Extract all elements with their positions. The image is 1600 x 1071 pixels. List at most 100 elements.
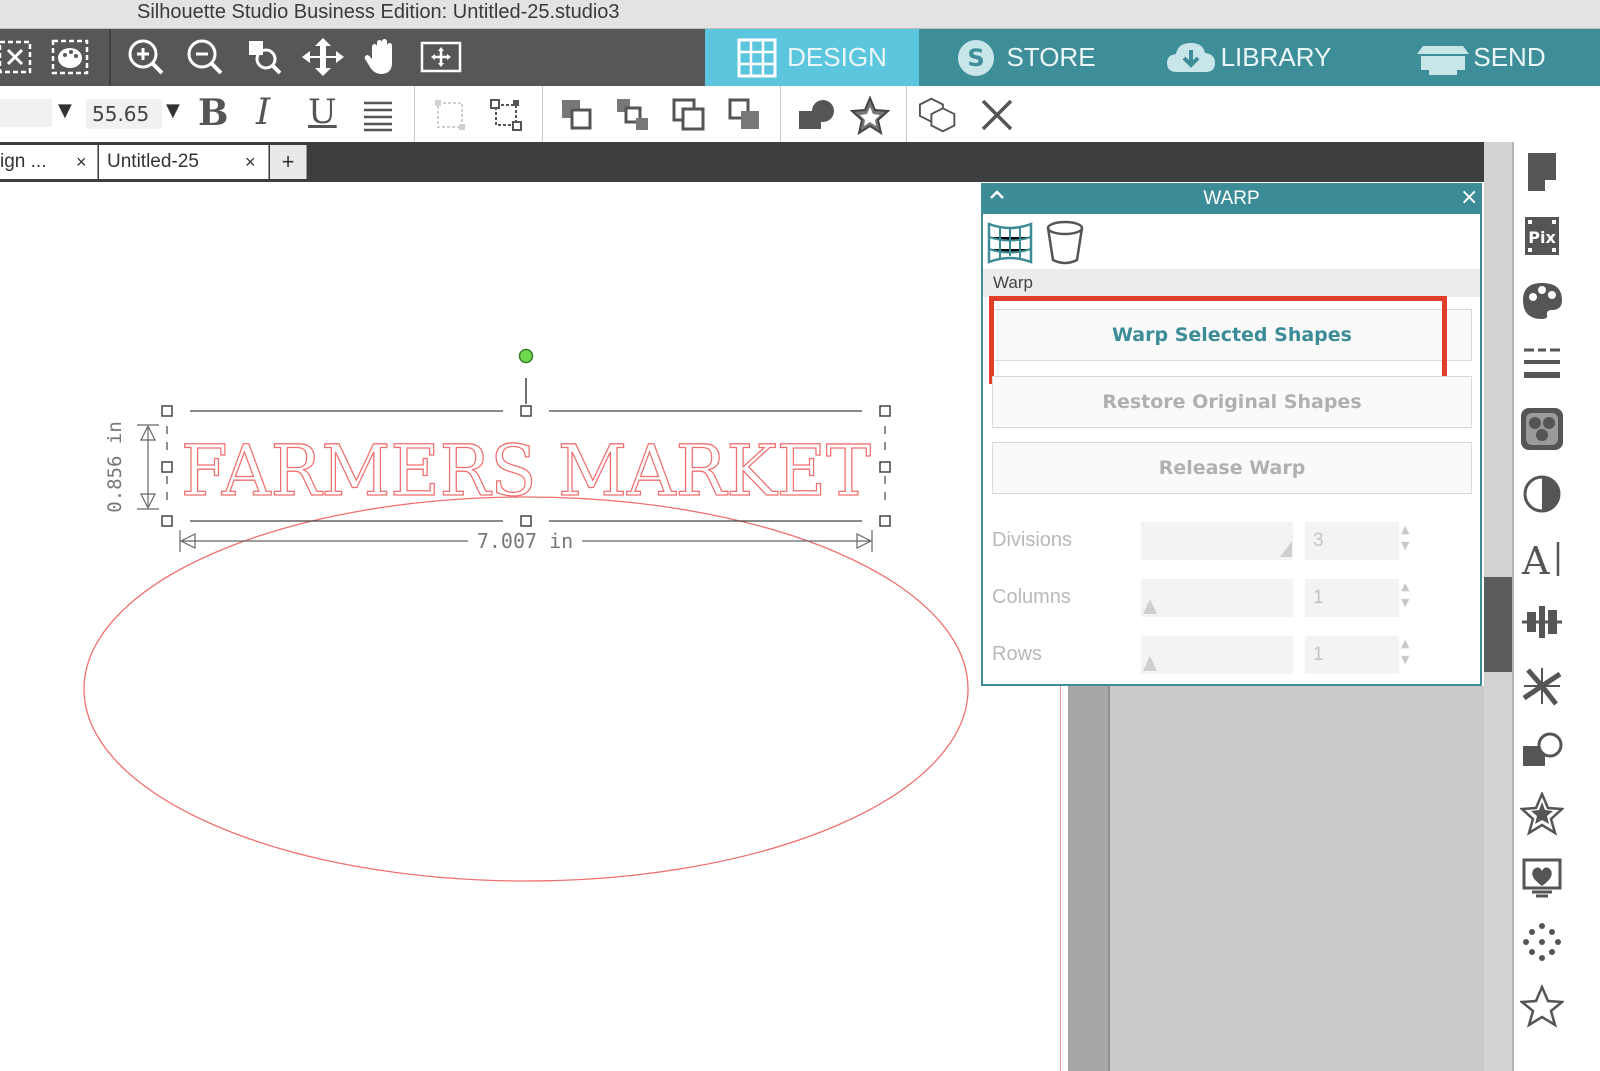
height-dimension-marker — [137, 424, 159, 510]
add-tab-button[interactable]: + — [270, 145, 307, 179]
warp-panel: WARP × Warp Warp Selected Shapes Restore… — [981, 183, 1482, 686]
resize-handle[interactable] — [879, 461, 891, 473]
rows-stepper[interactable]: ▲ ▼ — [1401, 636, 1409, 668]
toolbar-separator — [906, 86, 907, 142]
send-backward-icon[interactable] — [667, 94, 711, 136]
pan-down-icon[interactable] — [301, 37, 345, 77]
toolbar-separator — [109, 29, 111, 86]
text-style-icon[interactable]: A — [1518, 534, 1566, 582]
columns-slider[interactable] — [1141, 579, 1293, 617]
trace-icon[interactable] — [1518, 854, 1566, 902]
grid-warp-icon[interactable] — [986, 218, 1034, 268]
store-s-icon: S — [956, 38, 996, 78]
window-title: Silhouette Studio Business Edition: Unti… — [137, 1, 620, 23]
columns-input[interactable]: 1 — [1305, 579, 1399, 617]
font-size-field[interactable]: 55.65 — [86, 99, 162, 129]
weld-icon[interactable] — [794, 94, 838, 136]
tab-send-label: SEND — [1473, 42, 1546, 72]
delete-x-icon[interactable] — [975, 94, 1019, 136]
divisions-slider[interactable] — [1141, 522, 1293, 560]
star-shape-icon[interactable] — [848, 94, 892, 136]
contrast-icon[interactable] — [1518, 470, 1566, 518]
close-tab-icon[interactable]: × — [245, 152, 256, 173]
release-warp-button[interactable]: Release Warp — [992, 442, 1472, 494]
toolbar-separator — [542, 86, 543, 142]
doc-tab-untitled-25[interactable]: Untitled-25 × — [99, 145, 269, 179]
doc-tab-label: ign ... — [0, 151, 47, 172]
rows-slider[interactable] — [1141, 636, 1293, 674]
rows-input[interactable]: 1 — [1305, 636, 1399, 674]
page-setup-icon[interactable] — [1518, 147, 1566, 195]
italic-button[interactable]: I — [256, 92, 270, 133]
highlight-box — [989, 296, 1447, 384]
warp-panel-title: WARP — [1203, 188, 1260, 209]
tab-send[interactable]: SEND — [1361, 29, 1600, 86]
cut-border-line — [1060, 686, 1061, 1071]
height-dimension-label: 0.856 in — [104, 421, 126, 513]
cup-warp-icon[interactable] — [1041, 218, 1089, 268]
window-title-bar: Silhouette Studio Business Edition: Unti… — [0, 0, 1600, 29]
columns-label: Columns — [992, 586, 1071, 608]
underline-button[interactable]: U — [308, 92, 337, 132]
close-panel-icon[interactable]: × — [1460, 185, 1478, 210]
deselect-icon[interactable] — [0, 37, 38, 77]
align-icon[interactable] — [1518, 598, 1566, 646]
resize-handle[interactable] — [520, 515, 532, 527]
scrollbar-thumb[interactable] — [1484, 577, 1512, 672]
resize-handle[interactable] — [161, 405, 173, 417]
fill-color-icon[interactable] — [1518, 276, 1566, 324]
rotate-handle[interactable] — [518, 348, 534, 364]
text-align-icon[interactable] — [356, 94, 400, 136]
tab-design-label: DESIGN — [787, 42, 887, 72]
toolbar-separator — [414, 86, 415, 142]
bold-button[interactable]: B — [198, 92, 228, 134]
send-to-back-icon[interactable] — [723, 94, 767, 136]
zoom-out-icon[interactable] — [183, 37, 227, 77]
image-effects-icon[interactable] — [1518, 405, 1566, 453]
bring-forward-icon[interactable] — [611, 94, 655, 136]
farmers-market-text[interactable]: FARMERS MARKET — [180, 429, 871, 512]
font-name-field[interactable] — [0, 99, 52, 127]
replicate-icon[interactable] — [1518, 662, 1566, 710]
design-canvas[interactable]: FARMERS MARKET 0.856 in 7.007 in — [0, 182, 1060, 1071]
zoom-in-icon[interactable] — [124, 37, 168, 77]
release-compound-icon[interactable] — [918, 94, 962, 136]
resize-handle[interactable] — [161, 515, 173, 527]
bring-to-front-icon[interactable] — [555, 94, 599, 136]
resize-handle[interactable] — [520, 405, 532, 417]
columns-stepper[interactable]: ▲ ▼ — [1401, 579, 1409, 611]
cutter-icon — [1415, 38, 1471, 78]
warp-section-bar: Warp — [983, 269, 1480, 297]
rhinestone-icon[interactable] — [1518, 918, 1566, 966]
select-by-color-icon[interactable] — [48, 37, 92, 77]
offset-star-icon[interactable] — [1518, 790, 1566, 838]
zoom-selected-icon[interactable] — [242, 37, 286, 77]
svg-text:A: A — [1521, 539, 1550, 580]
fit-to-page-icon[interactable] — [419, 37, 463, 77]
tab-store[interactable]: S STORE — [919, 29, 1133, 86]
divisions-stepper[interactable]: ▲ ▼ — [1401, 522, 1409, 554]
line-style-icon[interactable] — [1518, 340, 1566, 388]
ellipse-shape[interactable] — [83, 496, 969, 882]
pixscan-icon[interactable]: Pix — [1518, 212, 1566, 260]
tab-store-label: STORE — [1006, 42, 1096, 72]
tab-library[interactable]: LIBRARY — [1133, 29, 1361, 86]
warp-section-label: Warp — [993, 273, 1033, 292]
font-size-dropdown-arrow-icon[interactable]: ▼ — [166, 100, 180, 121]
font-dropdown-arrow-icon[interactable]: ▼ — [58, 100, 72, 121]
divisions-input[interactable]: 3 — [1305, 522, 1399, 560]
main-toolbar: DESIGN S STORE LIBRARY SEND — [0, 29, 1600, 86]
favorites-star-icon[interactable] — [1518, 982, 1566, 1030]
resize-handle[interactable] — [879, 405, 891, 417]
restore-original-shapes-button[interactable]: Restore Original Shapes — [992, 376, 1472, 428]
resize-handle[interactable] — [161, 461, 173, 473]
doc-tab-previous[interactable]: ign ... × — [0, 145, 98, 179]
close-tab-icon[interactable]: × — [76, 152, 87, 173]
modify-icon[interactable] — [1518, 726, 1566, 774]
ungroup-icon[interactable] — [484, 94, 528, 136]
tab-design[interactable]: DESIGN — [705, 29, 919, 86]
hand-pan-icon[interactable] — [360, 37, 404, 77]
svg-text:S: S — [968, 44, 985, 72]
resize-handle[interactable] — [879, 515, 891, 527]
document-tabs: ign ... × Untitled-25 × + — [0, 142, 1512, 182]
